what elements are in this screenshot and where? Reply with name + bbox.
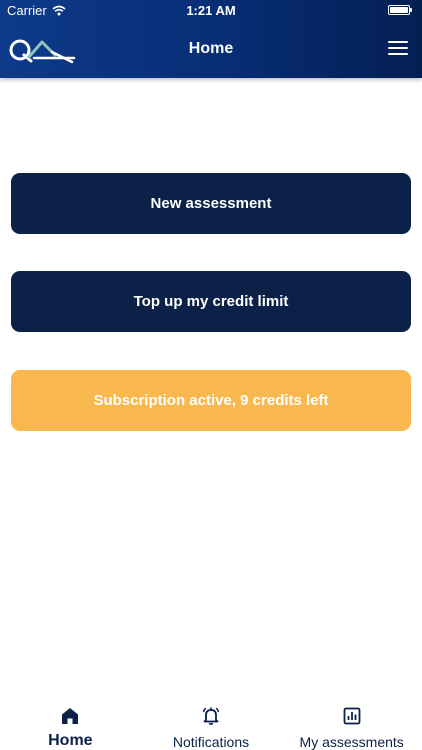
new-assessment-button[interactable]: New assessment <box>11 173 411 234</box>
page-title: Home <box>188 40 234 57</box>
bell-icon <box>202 707 220 725</box>
top-up-credit-button[interactable]: Top up my credit limit <box>11 271 411 332</box>
subscription-status-button[interactable]: Subscription active, 9 credits left <box>11 370 411 431</box>
new-assessment-label: New assessment <box>150 195 272 212</box>
subscription-label: Subscription active, 9 credits left <box>93 392 329 409</box>
tab-bar: Home Notifications My assessments <box>0 684 422 750</box>
home-icon <box>62 708 79 724</box>
tab-my-assessments-label: My assessments <box>299 734 404 750</box>
tab-my-assessments[interactable]: My assessments <box>281 684 422 750</box>
battery-icon <box>388 5 412 15</box>
top-up-label: Top up my credit limit <box>133 293 289 310</box>
tab-home-label: Home <box>48 732 93 749</box>
status-bar: Carrier 1:21 AM <box>0 0 422 22</box>
tab-notifications-label: Notifications <box>172 734 250 750</box>
status-time: 1:21 AM <box>186 3 236 18</box>
hamburger-menu-icon[interactable] <box>388 41 408 57</box>
tab-home[interactable]: Home <box>0 684 141 750</box>
chart-icon <box>343 707 361 725</box>
tab-notifications[interactable]: Notifications <box>141 684 282 750</box>
